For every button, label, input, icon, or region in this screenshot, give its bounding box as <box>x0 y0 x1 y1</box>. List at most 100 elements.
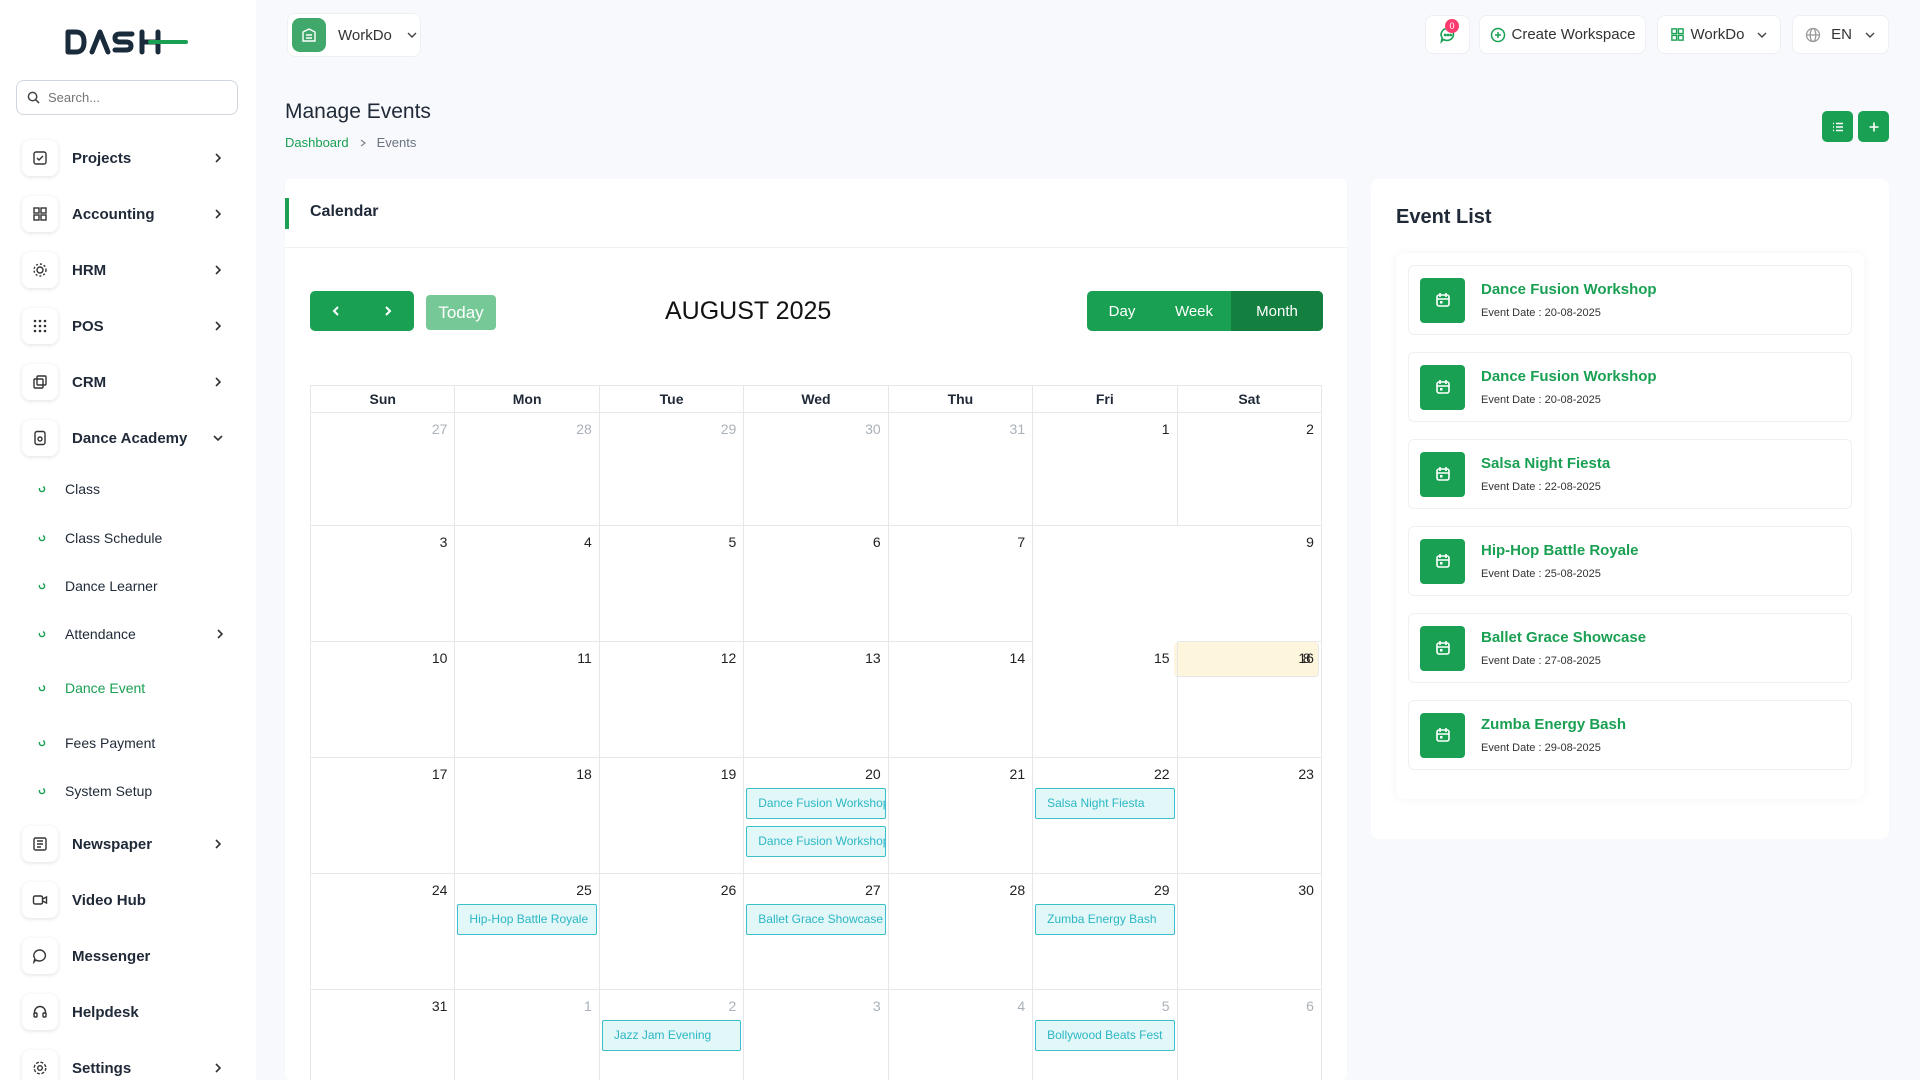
day-cell[interactable]: 5 <box>599 526 745 642</box>
event-name[interactable]: Zumba Energy Bash <box>1481 716 1626 733</box>
sidebar-item-video-hub[interactable]: Video Hub <box>22 880 232 920</box>
day-cell[interactable]: 4 <box>889 990 1034 1080</box>
sidebar-item-accounting[interactable]: Accounting <box>22 194 232 234</box>
day-cell[interactable]: 30 <box>744 413 889 526</box>
workspace-switcher[interactable]: WorkDo <box>287 13 421 57</box>
sidebar-sub-item-class-schedule[interactable]: Class Schedule <box>38 523 234 553</box>
day-cell[interactable]: 2 Jazz Jam Evening <box>600 990 745 1080</box>
workspace-menu-button[interactable]: WorkDo <box>1657 15 1781 54</box>
sidebar-sub-item-attendance[interactable]: Attendance <box>38 619 234 649</box>
add-event-button[interactable] <box>1858 111 1889 142</box>
day-cell[interactable]: 14 <box>888 642 1034 758</box>
event-list-item[interactable]: Salsa Night Fiesta Event Date : 22-08-202… <box>1408 439 1852 509</box>
sidebar-item-pos[interactable]: POS <box>22 306 232 346</box>
sidebar-item-settings[interactable]: Settings <box>22 1048 232 1080</box>
day-cell[interactable]: 3 <box>311 526 456 642</box>
calendar-event[interactable]: Salsa Night Fiesta <box>1035 788 1175 819</box>
event-list-item[interactable]: Zumba Energy Bash Event Date : 29-08-2025 <box>1408 700 1852 770</box>
day-cell[interactable]: 26 <box>599 874 745 990</box>
calendar-event[interactable]: Ballet Grace Showcase <box>746 904 886 935</box>
view-day-button[interactable]: Day <box>1087 291 1157 331</box>
day-cell[interactable]: 29 Zumba Energy Bash <box>1033 874 1178 990</box>
day-cell[interactable]: 23 <box>1177 758 1322 874</box>
sidebar-sub-item-class[interactable]: Class <box>38 474 234 504</box>
event-list-item[interactable]: Dance Fusion Workshop Event Date : 20-08-… <box>1408 265 1852 335</box>
sidebar-item-hrm[interactable]: HRM <box>22 250 232 290</box>
next-month-button[interactable] <box>362 291 414 331</box>
calendar-event[interactable]: Dance Fusion Workshop <box>746 788 886 819</box>
day-cell[interactable]: 4 <box>455 526 600 642</box>
day-cell[interactable]: 5 Bollywood Beats Fest <box>1033 990 1178 1080</box>
day-cell[interactable]: 27 <box>311 413 456 526</box>
view-month-button[interactable]: Month <box>1231 291 1323 331</box>
day-number: 11 <box>577 650 592 666</box>
event-list-item[interactable]: Hip-Hop Battle Royale Event Date : 25-08-… <box>1408 526 1852 596</box>
sidebar-sub-item-dance-learner[interactable]: Dance Learner <box>38 571 234 601</box>
calendar-event[interactable]: Jazz Jam Evening <box>601 1020 742 1051</box>
day-cell[interactable]: 2 <box>1177 413 1322 526</box>
day-cell[interactable]: 10 <box>311 642 456 758</box>
day-cell[interactable]: 13 <box>744 642 889 758</box>
day-cell[interactable]: 30 <box>1177 874 1322 990</box>
sidebar-item-dance-academy[interactable]: Dance Academy <box>22 418 232 458</box>
day-cell[interactable]: 3 <box>744 990 889 1080</box>
day-cell[interactable]: 6 <box>1178 990 1322 1080</box>
event-name[interactable]: Salsa Night Fiesta <box>1481 455 1610 472</box>
day-cell[interactable]: 28 <box>455 413 600 526</box>
search-box[interactable] <box>16 80 238 115</box>
search-input[interactable] <box>48 90 218 105</box>
day-cell[interactable]: 25 Hip-Hop Battle Royale <box>455 874 600 990</box>
sidebar-item-crm[interactable]: CRM <box>22 362 232 402</box>
day-cell[interactable]: 17 <box>311 758 456 874</box>
day-cell[interactable]: 12 <box>599 642 745 758</box>
event-name[interactable]: Dance Fusion Workshop <box>1481 281 1657 298</box>
sidebar-item-helpdesk[interactable]: Helpdesk <box>22 992 232 1032</box>
create-workspace-button[interactable]: Create Workspace <box>1479 15 1646 54</box>
sidebar-sub-item-fees-payment[interactable]: Fees Payment <box>38 728 234 758</box>
day-cell[interactable]: 20 Dance Fusion Workshop Dance Fusion Work… <box>744 758 889 874</box>
event-list-item[interactable]: Ballet Grace Showcase Event Date : 27-08-… <box>1408 613 1852 683</box>
sidebar-sub-item-system-setup[interactable]: System Setup <box>38 776 234 806</box>
day-cell[interactable]: 31 <box>311 990 456 1080</box>
day-cell[interactable]: 1 <box>455 990 600 1080</box>
dash-logo[interactable] <box>64 28 190 56</box>
day-cell[interactable]: 16 <box>1177 642 1322 758</box>
day-cell[interactable]: 6 <box>744 526 889 642</box>
day-cell[interactable]: 7 <box>888 526 1034 642</box>
event-name[interactable]: Dance Fusion Workshop <box>1481 368 1657 385</box>
calendar-event[interactable]: Hip-Hop Battle Royale <box>457 904 597 935</box>
day-cell[interactable]: 28 <box>888 874 1034 990</box>
breadcrumb-dashboard-link[interactable]: Dashboard <box>285 135 349 150</box>
notifications-button[interactable]: 0 <box>1425 15 1470 54</box>
event-name[interactable]: Hip-Hop Battle Royale <box>1481 542 1639 559</box>
day-cell[interactable]: 31 <box>888 413 1034 526</box>
language-selector[interactable]: EN <box>1792 15 1889 54</box>
list-view-button[interactable] <box>1822 111 1853 142</box>
today-button[interactable]: Today <box>426 295 496 330</box>
day-cell[interactable]: 19 <box>599 758 745 874</box>
calendar-event[interactable]: Zumba Energy Bash <box>1035 904 1175 935</box>
day-number: 6 <box>872 534 881 550</box>
event-name[interactable]: Ballet Grace Showcase <box>1481 629 1646 646</box>
day-cell[interactable]: 18 <box>455 758 600 874</box>
prev-month-button[interactable] <box>310 291 362 331</box>
sidebar-sub-item-dance-event[interactable]: Dance Event <box>38 673 234 703</box>
day-cell[interactable]: 24 <box>311 874 456 990</box>
sidebar-item-messenger[interactable]: Messenger <box>22 936 232 976</box>
day-cell[interactable]: 11 <box>455 642 600 758</box>
day-cell[interactable]: 27 Ballet Grace Showcase <box>744 874 889 990</box>
day-cell[interactable]: 21 <box>888 758 1034 874</box>
calendar-event[interactable]: Dance Fusion Workshop <box>746 826 886 857</box>
sidebar-item-projects[interactable]: Projects <box>22 138 232 178</box>
view-week-button[interactable]: Week <box>1157 291 1231 331</box>
day-cell[interactable]: 29 <box>599 413 745 526</box>
weekday-label: Sat <box>1238 391 1261 407</box>
sidebar-item-newspaper[interactable]: Newspaper <box>22 824 232 864</box>
weekday-label: Tue <box>600 386 745 412</box>
calendar-event[interactable]: Bollywood Beats Fest <box>1035 1020 1175 1051</box>
day-cell[interactable]: 15 <box>1033 642 1178 758</box>
day-cell[interactable]: 22 Salsa Night Fiesta <box>1033 758 1178 874</box>
day-cell[interactable]: 1 <box>1033 413 1178 526</box>
day-cell[interactable]: 9 <box>1177 526 1322 642</box>
event-list-item[interactable]: Dance Fusion Workshop Event Date : 20-08-… <box>1408 352 1852 422</box>
